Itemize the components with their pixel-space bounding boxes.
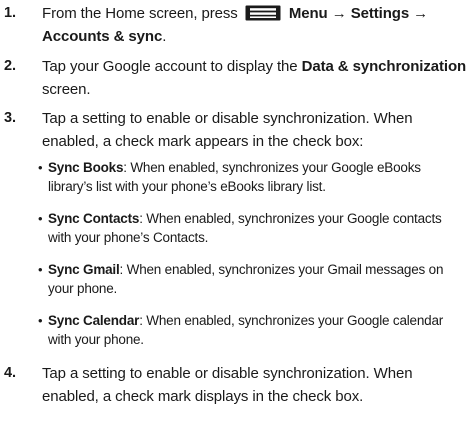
menu-label: Menu	[288, 5, 328, 22]
step-text: From the Home screen, press Menu → Setti…	[42, 2, 467, 48]
settings-label: Settings	[350, 5, 410, 22]
bullet-icon: •	[38, 160, 43, 175]
step-number: 2.	[4, 58, 16, 74]
accounts-sync-label: Accounts & sync	[42, 28, 163, 45]
step-text: Tap a setting to enable or disable synch…	[42, 107, 467, 153]
data-sync-label: Data & synchronization	[301, 58, 467, 75]
bullet-label: Sync Gmail	[48, 262, 120, 277]
bullet-sync-books: • Sync Books: When enabled, synchronizes…	[38, 158, 468, 196]
step-number: 3.	[4, 110, 16, 126]
bullet-label: Sync Contacts	[48, 211, 140, 226]
bullet-icon: •	[38, 313, 43, 328]
step-outro: screen.	[42, 81, 91, 98]
bullet-label: Sync Calendar	[48, 313, 140, 328]
step-line: enabled, a check mark appears in the che…	[42, 133, 364, 150]
step-text: Tap a setting to enable or disable synch…	[42, 362, 467, 408]
step-line: Tap a setting to enable or disable synch…	[42, 365, 413, 382]
bullet-icon: •	[38, 211, 43, 226]
step-number: 4.	[4, 365, 16, 381]
step-intro: Tap your Google account to display the	[42, 58, 302, 75]
step-1: 1. From the Home screen, press Menu → Se…	[0, 2, 472, 48]
step-line: Tap a setting to enable or disable synch…	[42, 110, 413, 127]
step-3: 3. Tap a setting to enable or disable sy…	[0, 107, 472, 153]
menu-icon	[245, 5, 281, 21]
step-4: 4. Tap a setting to enable or disable sy…	[0, 362, 472, 408]
step-line: enabled, a check mark displays in the ch…	[42, 388, 364, 405]
bullet-sync-gmail: • Sync Gmail: When enabled, synchronizes…	[38, 260, 468, 298]
step-number: 1.	[4, 5, 16, 21]
bullet-sync-calendar: • Sync Calendar: When enabled, synchroni…	[38, 311, 468, 349]
step-2: 2. Tap your Google account to display th…	[0, 55, 472, 101]
bullet-label: Sync Books	[48, 160, 124, 175]
arrow-icon: →	[413, 5, 429, 22]
manual-page: 1. From the Home screen, press Menu → Se…	[0, 0, 472, 422]
bullet-icon: •	[38, 262, 43, 277]
step-text: Tap your Google account to display the D…	[42, 55, 467, 101]
step-end: .	[162, 28, 167, 45]
bullet-sync-contacts: • Sync Contacts: When enabled, synchroni…	[38, 209, 468, 247]
step-intro: From the Home screen, press	[42, 5, 238, 22]
arrow-icon: →	[331, 5, 347, 22]
